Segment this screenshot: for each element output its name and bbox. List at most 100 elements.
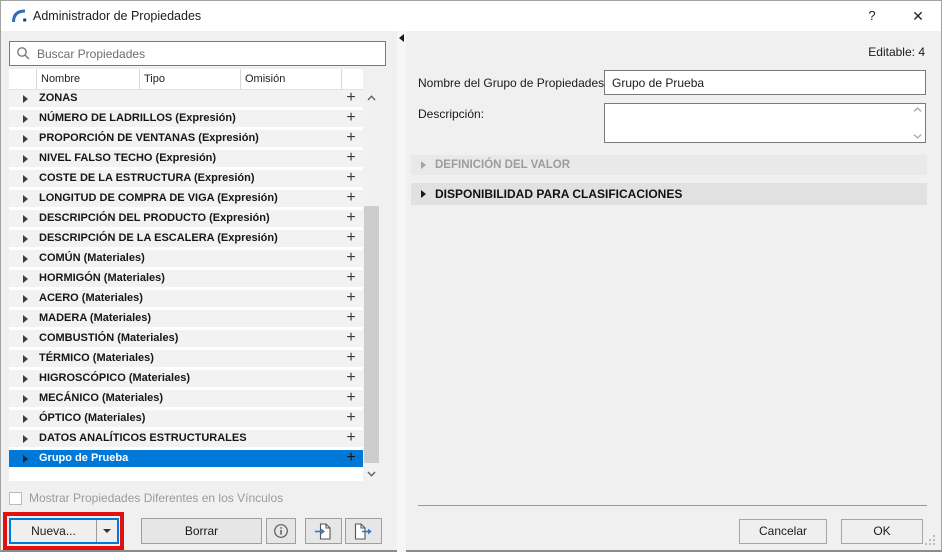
help-button[interactable]: ? xyxy=(856,1,888,31)
column-nombre[interactable]: Nombre xyxy=(36,69,139,89)
list-item[interactable]: PROPORCIÓN DE VENTANAS (Expresión) + xyxy=(9,130,363,150)
list-item[interactable]: DESCRIPCIÓN DE LA ESCALERA (Expresión) + xyxy=(9,230,363,250)
scroll-down-icon[interactable] xyxy=(363,466,380,481)
add-property-icon[interactable]: + xyxy=(343,329,359,347)
expander-icon[interactable] xyxy=(23,115,28,123)
expander-icon[interactable] xyxy=(23,275,28,283)
expander-icon[interactable] xyxy=(23,455,28,463)
description-textarea[interactable] xyxy=(604,103,926,143)
group-name-input[interactable] xyxy=(604,70,926,95)
search-input[interactable] xyxy=(10,42,385,65)
info-button[interactable] xyxy=(266,518,296,544)
add-property-icon[interactable]: + xyxy=(343,409,359,427)
footer-separator xyxy=(418,505,927,506)
expander-icon[interactable] xyxy=(23,295,28,303)
new-button[interactable]: Nueva... xyxy=(9,518,119,544)
expander-icon[interactable] xyxy=(23,315,28,323)
section-expander-icon xyxy=(421,161,426,169)
expander-icon[interactable] xyxy=(23,395,28,403)
expander-icon[interactable] xyxy=(23,175,28,183)
group-name-label: Nombre del Grupo de Propiedades: xyxy=(418,76,607,90)
chevron-down-icon xyxy=(103,529,111,533)
list-item[interactable]: COMBUSTIÓN (Materiales) + xyxy=(9,330,363,350)
property-manager-dialog: Administrador de Propiedades ? ✕ Nombre … xyxy=(0,0,942,552)
expander-icon[interactable] xyxy=(23,215,28,223)
add-property-icon[interactable]: + xyxy=(343,129,359,147)
add-property-icon[interactable]: + xyxy=(343,229,359,247)
section-disponibilidad-clasificaciones[interactable]: DISPONIBILIDAD PARA CLASIFICACIONES xyxy=(411,183,927,205)
add-property-icon[interactable]: + xyxy=(343,309,359,327)
scroll-up-icon[interactable] xyxy=(363,90,380,105)
resize-grip[interactable] xyxy=(925,535,936,546)
add-property-icon[interactable]: + xyxy=(343,90,359,107)
list-item[interactable]: Grupo de Prueba + xyxy=(9,450,363,470)
scrollbar-thumb[interactable] xyxy=(364,206,379,463)
expander-icon[interactable] xyxy=(23,135,28,143)
list-item[interactable]: NIVEL FALSO TECHO (Expresión) + xyxy=(9,150,363,170)
add-property-icon[interactable]: + xyxy=(343,269,359,287)
column-omision[interactable]: Omisión xyxy=(240,69,341,89)
new-dropdown-button[interactable] xyxy=(96,520,117,542)
panel-splitter[interactable] xyxy=(397,31,406,552)
expander-icon[interactable] xyxy=(23,235,28,243)
collapse-panel-icon[interactable] xyxy=(399,34,404,42)
add-property-icon[interactable]: + xyxy=(343,449,359,467)
ok-button[interactable]: OK xyxy=(841,519,923,544)
expander-icon[interactable] xyxy=(23,435,28,443)
export-file-icon xyxy=(354,523,373,540)
list-item[interactable]: COMÚN (Materiales) + xyxy=(9,250,363,270)
list-item[interactable]: COSTE DE LA ESTRUCTURA (Expresión) + xyxy=(9,170,363,190)
editable-count-badge: Editable: 4 xyxy=(868,45,925,59)
textarea-scroll-down-icon[interactable] xyxy=(913,134,922,139)
export-button[interactable] xyxy=(345,518,382,544)
list-item-label: HIGROSCÓPICO (Materiales) xyxy=(39,372,190,384)
new-button-label[interactable]: Nueva... xyxy=(11,520,96,542)
show-different-properties-checkbox[interactable] xyxy=(9,492,22,505)
list-scrollbar[interactable] xyxy=(363,90,380,481)
add-property-icon[interactable]: + xyxy=(343,429,359,447)
close-button[interactable]: ✕ xyxy=(902,1,934,31)
column-tipo[interactable]: Tipo xyxy=(139,69,240,89)
textarea-scroll-up-icon[interactable] xyxy=(913,107,922,112)
expander-icon[interactable] xyxy=(23,375,28,383)
list-item[interactable]: NÚMERO DE LADRILLOS (Expresión) + xyxy=(9,110,363,130)
list-item[interactable]: ÓPTICO (Materiales) + xyxy=(9,410,363,430)
section-expander-icon[interactable] xyxy=(421,190,426,198)
add-property-icon[interactable]: + xyxy=(343,149,359,167)
list-item[interactable]: LONGITUD DE COMPRA DE VIGA (Expresión) + xyxy=(9,190,363,210)
expander-icon[interactable] xyxy=(23,355,28,363)
list-item-label: DESCRIPCIÓN DE LA ESCALERA (Expresión) xyxy=(39,232,278,244)
list-item[interactable]: MADERA (Materiales) + xyxy=(9,310,363,330)
add-property-icon[interactable]: + xyxy=(343,369,359,387)
expander-icon[interactable] xyxy=(23,255,28,263)
list-item[interactable]: ZONAS + xyxy=(9,90,363,110)
import-button[interactable] xyxy=(305,518,342,544)
cancel-button[interactable]: Cancelar xyxy=(739,519,827,544)
list-item[interactable]: DATOS ANALÍTICOS ESTRUCTURALES + xyxy=(9,430,363,450)
add-property-icon[interactable]: + xyxy=(343,109,359,127)
add-property-icon[interactable]: + xyxy=(343,389,359,407)
list-item[interactable]: TÉRMICO (Materiales) + xyxy=(9,350,363,370)
list-item[interactable]: HIGROSCÓPICO (Materiales) + xyxy=(9,370,363,390)
delete-button[interactable]: Borrar xyxy=(141,518,262,544)
archicad-logo-icon xyxy=(11,8,28,25)
add-property-icon[interactable]: + xyxy=(343,249,359,267)
expander-icon[interactable] xyxy=(23,415,28,423)
expander-icon[interactable] xyxy=(23,155,28,163)
list-item[interactable]: DESCRIPCIÓN DEL PRODUCTO (Expresión) + xyxy=(9,210,363,230)
add-property-icon[interactable]: + xyxy=(343,289,359,307)
expander-icon[interactable] xyxy=(23,335,28,343)
import-file-icon xyxy=(314,523,333,540)
list-item[interactable]: ACERO (Materiales) + xyxy=(9,290,363,310)
expander-icon[interactable] xyxy=(23,195,28,203)
add-property-icon[interactable]: + xyxy=(343,349,359,367)
list-item[interactable]: MECÁNICO (Materiales) + xyxy=(9,390,363,410)
add-property-icon[interactable]: + xyxy=(343,209,359,227)
info-icon xyxy=(273,523,289,539)
add-property-icon[interactable]: + xyxy=(343,169,359,187)
add-property-icon[interactable]: + xyxy=(343,189,359,207)
list-item-label: COSTE DE LA ESTRUCTURA (Expresión) xyxy=(39,172,255,184)
expander-icon[interactable] xyxy=(23,95,28,103)
list-item-label: ZONAS xyxy=(39,92,78,104)
list-item[interactable]: HORMIGÓN (Materiales) + xyxy=(9,270,363,290)
